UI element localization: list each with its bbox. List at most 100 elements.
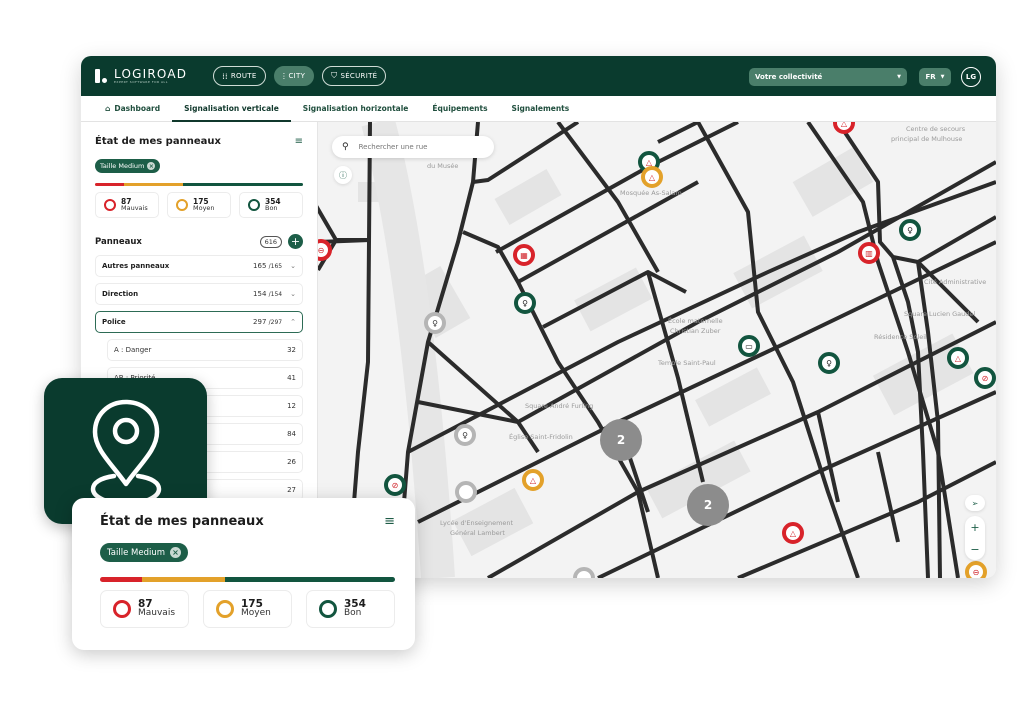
user-avatar[interactable]: LG: [961, 67, 981, 87]
sign-marker-pedestrian[interactable]: ♀: [454, 424, 476, 446]
status-ring-icon: [104, 199, 116, 211]
pedestrian-icon: ♀: [826, 358, 832, 368]
language-value: FR: [925, 73, 936, 81]
panneaux-count-badge: 616: [259, 235, 282, 248]
map-label: Cité Administrative: [924, 278, 987, 286]
building-blocks: [358, 147, 974, 557]
marker-cluster[interactable]: 2: [687, 484, 729, 526]
no-entry-icon: ⊖: [972, 567, 980, 577]
status-label: Mauvais: [138, 608, 176, 619]
sign-marker-no-entry[interactable]: ⊖: [965, 561, 987, 578]
subcategory-count: 41: [287, 374, 296, 382]
language-select[interactable]: FR ▼: [919, 68, 951, 86]
status-progress-bar: [100, 577, 395, 582]
sign-marker-no-u-turn[interactable]: ⊘: [384, 474, 406, 496]
category-name: Police: [102, 318, 126, 326]
map-label: Général Lambert: [450, 529, 505, 537]
pedestrian-icon: ♀: [907, 225, 913, 235]
sign-marker-pedestrian[interactable]: [455, 481, 477, 503]
sign-marker-height-limit[interactable]: ▥: [858, 242, 880, 264]
status-progress-bar: [95, 183, 303, 186]
map-label: Temple Saint-Paul: [658, 359, 716, 367]
top-bar: LOGIROAD EXPERT SOFTWARE FOR ALL ⁞⁞ ROUT…: [81, 56, 996, 96]
tab-label: Dashboard: [114, 104, 161, 113]
status-segment-moyen: [124, 183, 184, 186]
sign-marker-danger[interactable]: △: [782, 522, 804, 544]
chevron-down-icon: ⌄: [290, 290, 296, 298]
subcategory-item[interactable]: A : Danger 32: [107, 339, 303, 361]
status-label: Bon: [265, 204, 278, 213]
tab-signalisation-horizontale[interactable]: Signalisation horizontale: [291, 96, 421, 121]
category-direction[interactable]: Direction 154 /154 ⌄: [95, 283, 303, 305]
status-card-moyen[interactable]: 175 Moyen: [203, 590, 292, 628]
filter-icon[interactable]: ≡: [295, 136, 303, 147]
category-name: Direction: [102, 290, 139, 298]
map-view[interactable]: ⚲ ⓘ Centre de secours principal de Mulho…: [318, 122, 996, 578]
status-ring-icon: [113, 600, 131, 618]
status-card-mauvais[interactable]: 87 Mauvais: [100, 590, 189, 628]
sign-marker-danger[interactable]: △: [641, 166, 663, 188]
tab-signalements[interactable]: Signalements: [500, 96, 582, 121]
search-icon: ⚲: [342, 142, 349, 152]
status-card-bon[interactable]: 354 Bon: [306, 590, 395, 628]
sign-marker-pedestrian[interactable]: ♀: [899, 219, 921, 241]
locate-button[interactable]: ➢: [965, 495, 985, 511]
zoom-out-button[interactable]: −: [970, 543, 979, 556]
subcategory-count: 26: [287, 458, 296, 466]
brand-name: LOGIROAD: [114, 67, 188, 81]
filter-chip[interactable]: Taille Medium ×: [95, 159, 161, 173]
warning-triangle-icon: △: [840, 122, 848, 128]
sign-marker-prohibition[interactable]: ▦: [513, 244, 535, 266]
info-button[interactable]: ⓘ: [334, 166, 352, 184]
warning-triangle-icon: △: [954, 353, 962, 363]
category-autres-panneaux[interactable]: Autres panneaux 165 /165 ⌄: [95, 255, 303, 277]
map-label: Mosquée As-Salam: [620, 189, 682, 197]
filter-icon[interactable]: ≡: [384, 514, 395, 529]
tab-label: Signalisation horizontale: [302, 104, 409, 113]
map-label: du Musée: [427, 162, 459, 170]
status-card-bon[interactable]: 354 Bon: [239, 192, 303, 218]
sign-marker-pedestrian[interactable]: ♀: [424, 312, 446, 334]
chevron-up-icon: ⌃: [290, 318, 296, 326]
status-segment-bon: [225, 577, 395, 582]
tab-signalisation-verticale[interactable]: Signalisation verticale: [172, 96, 291, 122]
category-police[interactable]: Police 297 /297 ⌃: [95, 311, 303, 333]
module-city-button[interactable]: ⵗ CITY: [273, 66, 315, 86]
logo[interactable]: LOGIROAD EXPERT SOFTWARE FOR ALL: [95, 68, 187, 84]
marker-cluster[interactable]: 2: [600, 419, 642, 461]
sign-marker-no-u-turn[interactable]: ⊘: [974, 367, 996, 389]
no-entry-icon: ⊖: [318, 245, 325, 255]
roadworks-icon: △: [529, 475, 537, 485]
sign-marker-danger[interactable]: △: [947, 347, 969, 369]
module-securite-button[interactable]: ⛉ SÉCURITÉ: [322, 66, 387, 86]
status-card-moyen[interactable]: 175 Moyen: [167, 192, 231, 218]
status-segment-mauvais: [95, 183, 125, 186]
map-label: Lycée d'Enseignement: [440, 519, 514, 527]
map-label: principal de Mulhouse: [891, 135, 963, 143]
sign-marker-pedestrian[interactable]: ♀: [514, 292, 536, 314]
sign-marker-pedestrian[interactable]: ♀: [818, 352, 840, 374]
shield-icon: ⛉: [331, 71, 338, 80]
module-route-button[interactable]: ⁞⁞ ROUTE: [213, 66, 266, 86]
close-icon[interactable]: ×: [170, 547, 181, 558]
chevron-down-icon: ⌄: [290, 262, 296, 270]
tab-equipements[interactable]: Équipements: [420, 96, 499, 121]
status-card-mauvais[interactable]: 87 Mauvais: [95, 192, 159, 218]
subcategory-name: A : Danger: [114, 346, 152, 354]
navigation-arrow-icon: ➢: [971, 498, 979, 508]
etat-panneaux-card: État de mes panneaux ≡ Taille Medium × 8…: [72, 498, 415, 650]
module-label: ROUTE: [230, 72, 257, 80]
zoom-in-button[interactable]: +: [970, 521, 979, 534]
category-count: 297: [253, 318, 267, 326]
tab-dashboard[interactable]: ⌂ Dashboard: [93, 96, 172, 121]
filter-chip[interactable]: Taille Medium ×: [100, 543, 188, 562]
close-icon[interactable]: ×: [147, 162, 156, 170]
map-label: École maternelle: [668, 317, 723, 325]
add-panneau-button[interactable]: +: [288, 234, 303, 249]
sign-marker-direction[interactable]: ▭: [738, 335, 760, 357]
street-search[interactable]: ⚲: [332, 136, 494, 158]
collectivite-select[interactable]: Votre collectivité ▼: [749, 68, 907, 86]
sign-marker-roadworks[interactable]: △: [522, 469, 544, 491]
street-search-input[interactable]: [358, 143, 479, 151]
road-icon: ⁞⁞: [222, 71, 228, 81]
